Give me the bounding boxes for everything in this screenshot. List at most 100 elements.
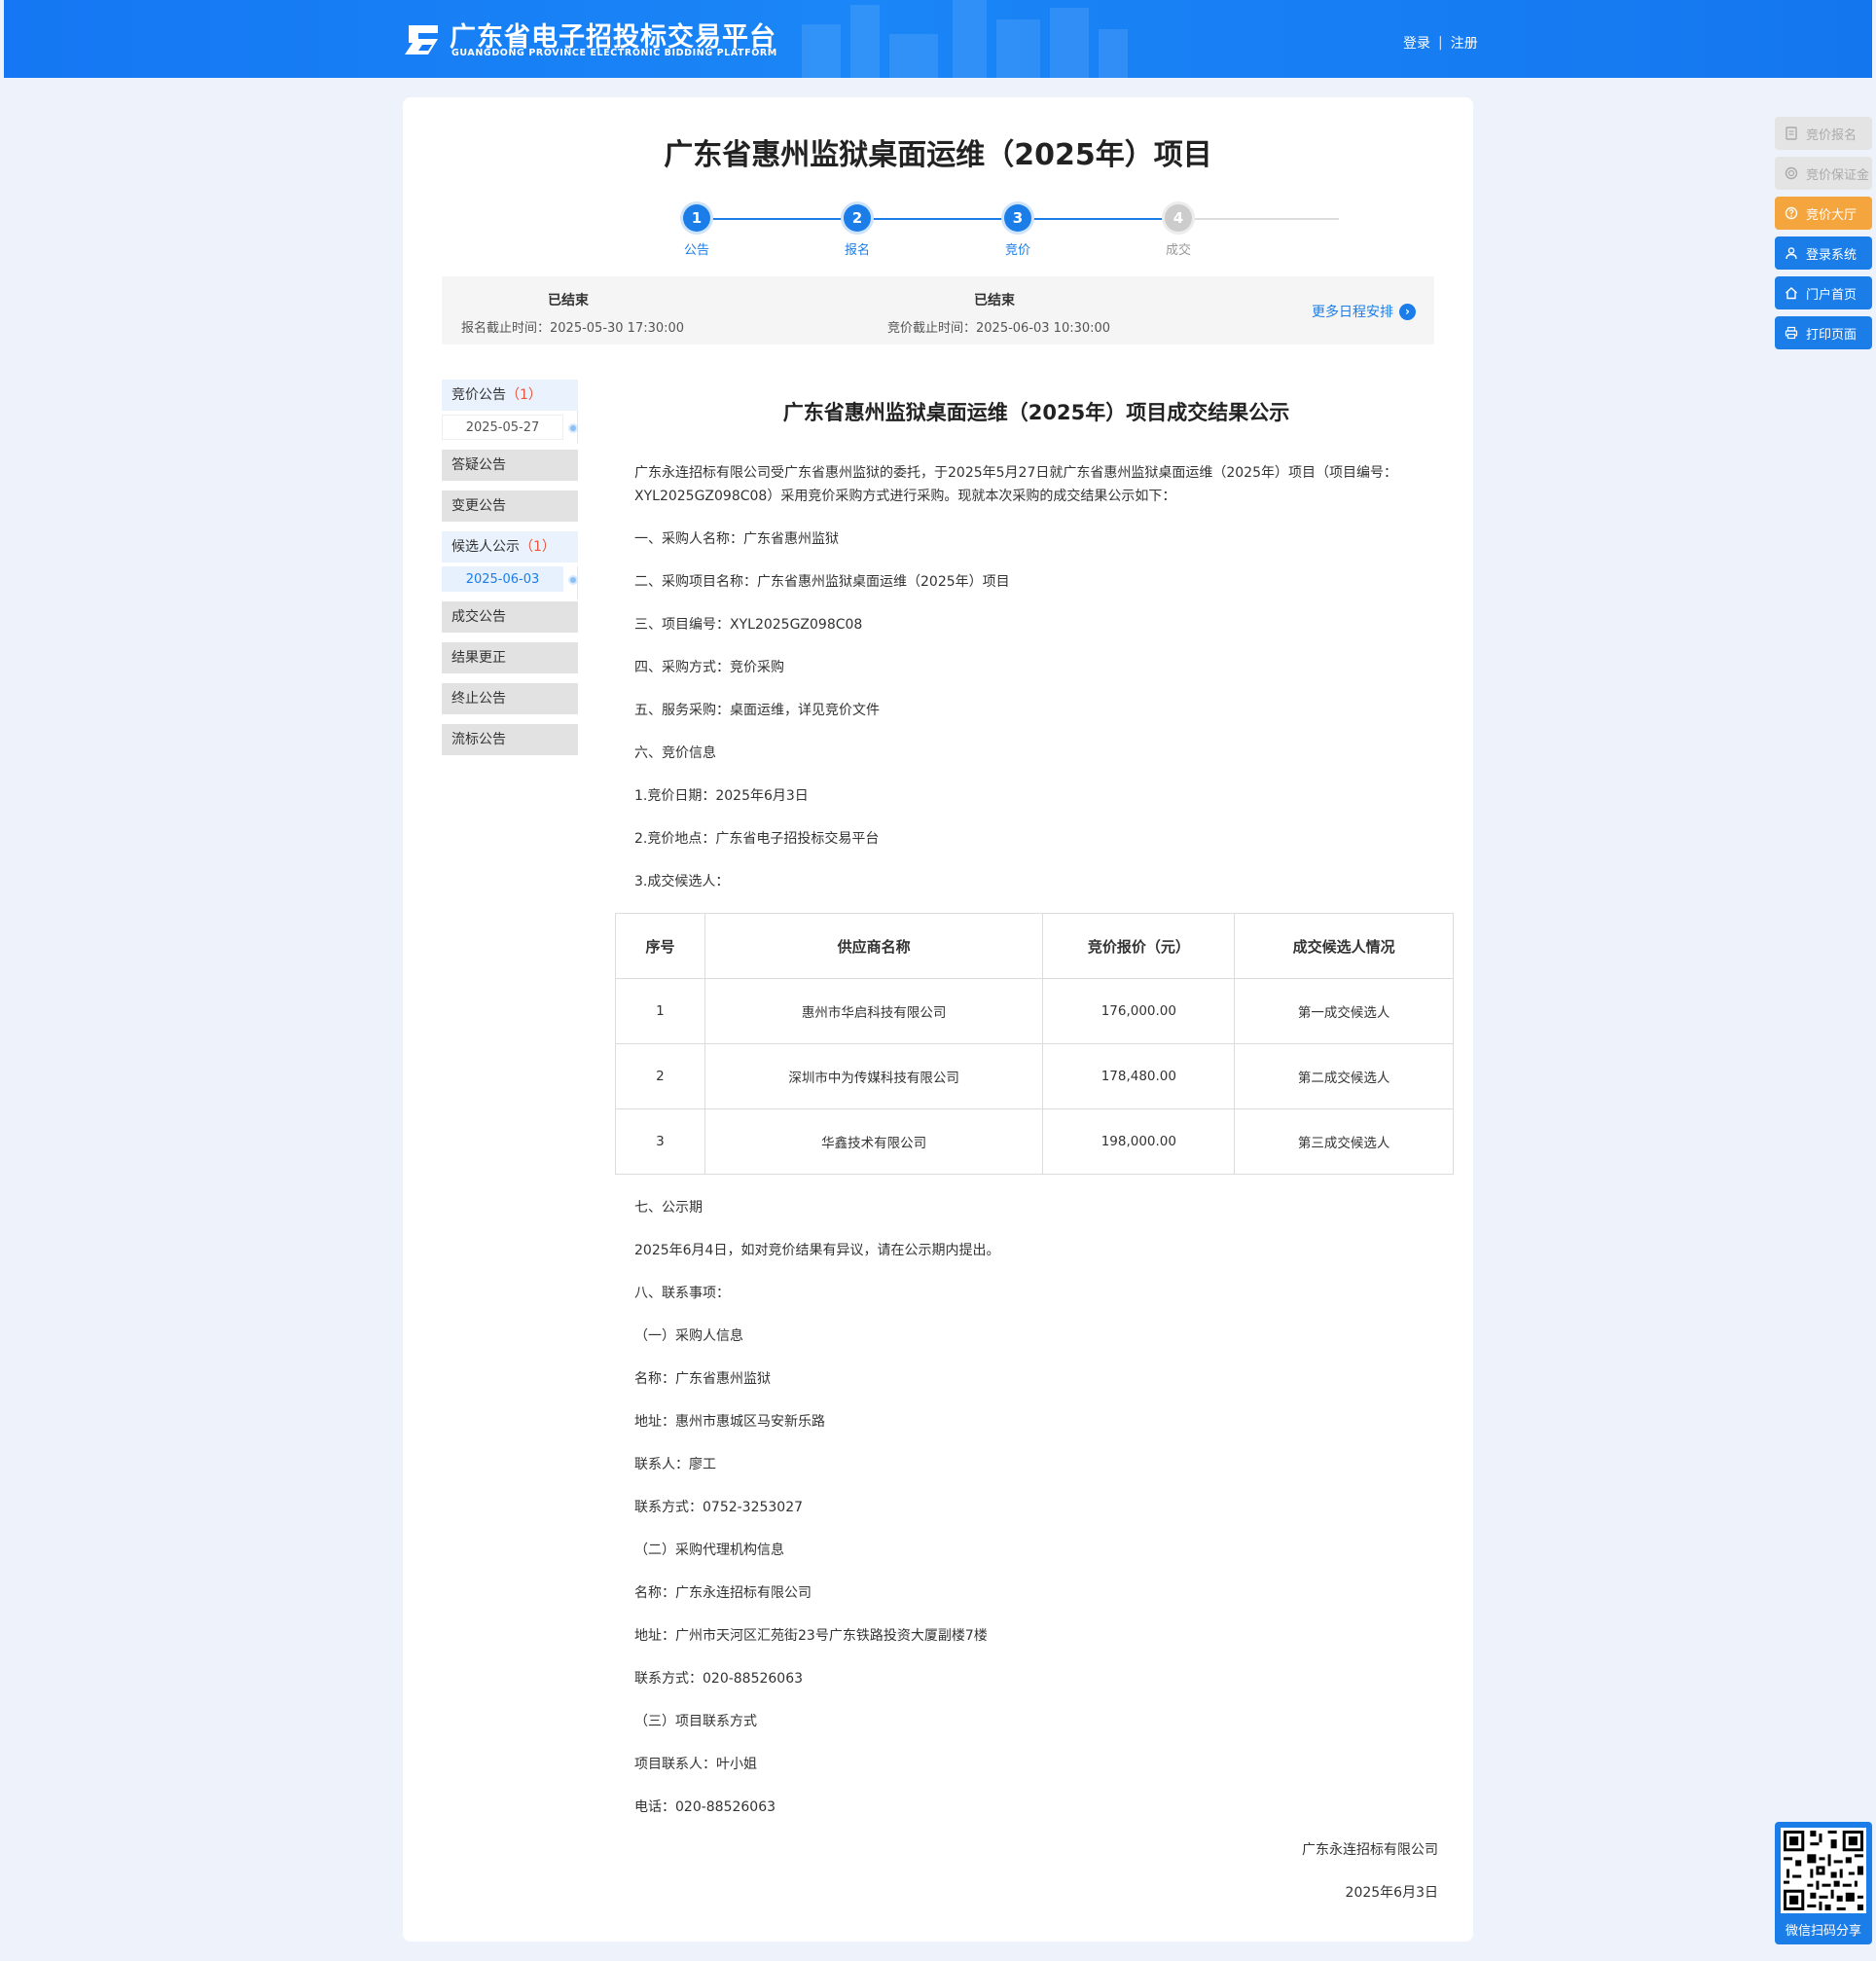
notice-paragraph: 一、采购人名称：广东省惠州监狱 — [634, 531, 839, 547]
register-link[interactable]: 注册 — [1451, 33, 1478, 53]
step-line-done — [697, 218, 1178, 220]
notice-article: 广东省惠州监狱桌面运维（2025年）项目成交结果公示 广东永连招标有限公司受广东… — [615, 397, 1454, 1924]
table-header: 成交候选人情况 — [1234, 913, 1454, 979]
table-cell: 3 — [615, 1108, 705, 1175]
nav-subitem-label: 2025-06-03 — [465, 572, 540, 587]
announcement-nav: 竞价公告（1） 2025-05-27 答疑公告 变更公告 候选人公示（1） 20… — [442, 380, 578, 765]
help-circle-icon — [1785, 206, 1798, 220]
more-schedule-label: 更多日程安排 — [1312, 305, 1393, 320]
nav-item-change-notice[interactable]: 变更公告 — [442, 490, 578, 522]
site-header: 广东省电子招投标交易平台 GUANGDONG PROVINCE ELECTRON… — [4, 0, 1872, 78]
step-bidding: 3 竞价 — [989, 204, 1047, 258]
notice-paragraph: 联系人：廖工 — [634, 1457, 716, 1472]
nav-subitem-bid-notice-date[interactable]: 2025-05-27 — [442, 415, 576, 440]
print-page-button[interactable]: 打印页面 — [1775, 316, 1872, 349]
notice-paragraph: 地址：惠州市惠城区马安新乐路 — [634, 1414, 825, 1430]
progress-steps: 1 公告 2 报名 3 竞价 4 成交 — [403, 199, 1473, 258]
nav-item-label: 答疑公告 — [451, 457, 506, 473]
page-title: 广东省惠州监狱桌面运维（2025年）项目 — [664, 138, 1212, 172]
skyline-decoration — [1099, 29, 1128, 78]
nav-item-result-correction[interactable]: 结果更正 — [442, 642, 578, 673]
notice-paragraph: 六、竞价信息 — [634, 745, 716, 761]
nav-item-qa-notice[interactable]: 答疑公告 — [442, 450, 578, 481]
user-icon — [1786, 247, 1797, 260]
nav-connector — [577, 566, 578, 599]
schedule-registration: 已结束 报名截止时间：2025-05-30 17:30:00 — [461, 290, 685, 336]
schedule-bidding: 已结束 竞价截止时间：2025-06-03 10:30:00 — [887, 290, 1111, 336]
bid-deposit-button[interactable]: 竞价保证金 — [1775, 157, 1872, 190]
step-number: 4 — [1165, 204, 1192, 232]
toolbar-button-label: 门户首页 — [1806, 287, 1858, 303]
nav-item-deal-notice[interactable]: 成交公告 — [442, 601, 578, 633]
table-cell: 176,000.00 — [1042, 978, 1236, 1044]
step-label: 成交 — [1165, 243, 1191, 258]
nav-item-label: 终止公告 — [451, 691, 506, 707]
table-cell: 198,000.00 — [1042, 1108, 1236, 1175]
notice-paragraph: 七、公示期 — [634, 1200, 703, 1216]
skyline-decoration — [953, 0, 987, 78]
table-cell: 第一成交候选人 — [1234, 978, 1454, 1044]
table-cell: 第三成交候选人 — [1234, 1108, 1454, 1175]
notice-paragraph: 名称：广东永连招标有限公司 — [634, 1585, 812, 1601]
nav-item-label: 竞价公告 — [451, 387, 506, 403]
nav-item-bid-notice[interactable]: 竞价公告（1） — [442, 380, 578, 411]
skyline-decoration — [802, 24, 841, 78]
schedule-status: 已结束 — [974, 293, 1015, 309]
main-card: 广东省惠州监狱桌面运维（2025年）项目 1 公告 2 报名 3 竞价 4 成交… — [403, 97, 1473, 1942]
site-logo-subtitle: GUANGDONG PROVINCE ELECTRONIC BIDDING PL… — [451, 48, 777, 58]
portal-home-button[interactable]: 门户首页 — [1775, 276, 1872, 309]
bid-hall-button[interactable]: 竞价大厅 — [1775, 197, 1872, 230]
nav-dot-icon — [570, 577, 576, 583]
auth-links: 登录 | 注册 — [1403, 33, 1478, 53]
notice-paragraph: 三、项目编号：XYL2025GZ098C08 — [634, 617, 863, 633]
nav-item-candidate-notice[interactable]: 候选人公示（1） — [442, 531, 578, 563]
notice-paragraph: 联系方式：0752-3253027 — [634, 1500, 804, 1515]
login-link[interactable]: 登录 — [1403, 33, 1430, 53]
notice-paragraph: （二）采购代理机构信息 — [634, 1543, 784, 1558]
toolbar-button-label: 打印页面 — [1806, 327, 1858, 343]
table-cell: 惠州市华启科技有限公司 — [704, 978, 1044, 1044]
table-cell: 1 — [615, 978, 705, 1044]
more-schedule-link[interactable]: 更多日程安排 › — [1312, 302, 1416, 321]
notice-paragraph: 3.成交候选人： — [634, 874, 730, 890]
nav-connector — [577, 411, 578, 444]
auth-separator: | — [1438, 35, 1443, 51]
nav-item-termination-notice[interactable]: 终止公告 — [442, 683, 578, 714]
logo-icon[interactable] — [403, 19, 444, 60]
notice-intro: 广东永连招标有限公司受广东省惠州监狱的委托，于2025年5月27日就广东省惠州监… — [634, 465, 1397, 504]
nav-item-failed-bid-notice[interactable]: 流标公告 — [442, 724, 578, 755]
nav-item-count: （1） — [506, 387, 542, 403]
qr-share-panel[interactable]: 微信扫码分享 — [1775, 1822, 1872, 1944]
notice-paragraph: 八、联系事项： — [634, 1286, 730, 1301]
nav-subitem-candidate-notice-date[interactable]: 2025-06-03 — [442, 566, 576, 592]
notice-paragraph: （三）项目联系方式 — [634, 1714, 757, 1729]
schedule-deadline: 竞价截止时间：2025-06-03 10:30:00 — [887, 321, 1111, 336]
nav-item-label: 成交公告 — [451, 609, 506, 625]
printer-icon — [1785, 326, 1798, 340]
skyline-decoration — [889, 34, 938, 78]
login-system-button[interactable]: 登录系统 — [1775, 236, 1872, 270]
nav-item-label: 结果更正 — [451, 650, 506, 666]
table-row: 3 华鑫技术有限公司 198,000.00 第三成交候选人 — [615, 1108, 1454, 1175]
step-announcement: 1 公告 — [667, 204, 726, 258]
toolbar-button-label: 竞价保证金 — [1806, 167, 1870, 183]
bid-registration-button[interactable]: 竞价报名 — [1775, 117, 1872, 150]
chevron-right-icon: › — [1399, 303, 1416, 320]
notice-paragraph: 名称：广东省惠州监狱 — [634, 1371, 771, 1387]
table-header: 序号 — [615, 913, 705, 979]
step-label: 报名 — [844, 243, 870, 258]
step-label: 公告 — [683, 243, 709, 258]
floating-toolbar: 竞价报名 竞价保证金 竞价大厅 登录系统 门户首页 打印页面 — [1775, 117, 1872, 356]
table-header-row: 序号 供应商名称 竞价报价（元） 成交候选人情况 — [615, 913, 1454, 979]
table-cell: 178,480.00 — [1042, 1043, 1236, 1109]
notice-paragraph: （一）采购人信息 — [634, 1328, 743, 1344]
notice-paragraph: 项目联系人：叶小姐 — [634, 1757, 757, 1772]
nav-item-label: 流标公告 — [451, 732, 506, 747]
candidate-table: 序号 供应商名称 竞价报价（元） 成交候选人情况 1 惠州市华启科技有限公司 1… — [615, 913, 1454, 1175]
table-cell: 第二成交候选人 — [1234, 1043, 1454, 1109]
step-number: 3 — [1004, 204, 1031, 232]
table-row: 2 深圳市中为传媒科技有限公司 178,480.00 第二成交候选人 — [615, 1043, 1454, 1109]
schedule-deadline: 报名截止时间：2025-05-30 17:30:00 — [461, 321, 685, 336]
skyline-decoration — [1050, 8, 1089, 78]
home-icon — [1786, 287, 1797, 300]
